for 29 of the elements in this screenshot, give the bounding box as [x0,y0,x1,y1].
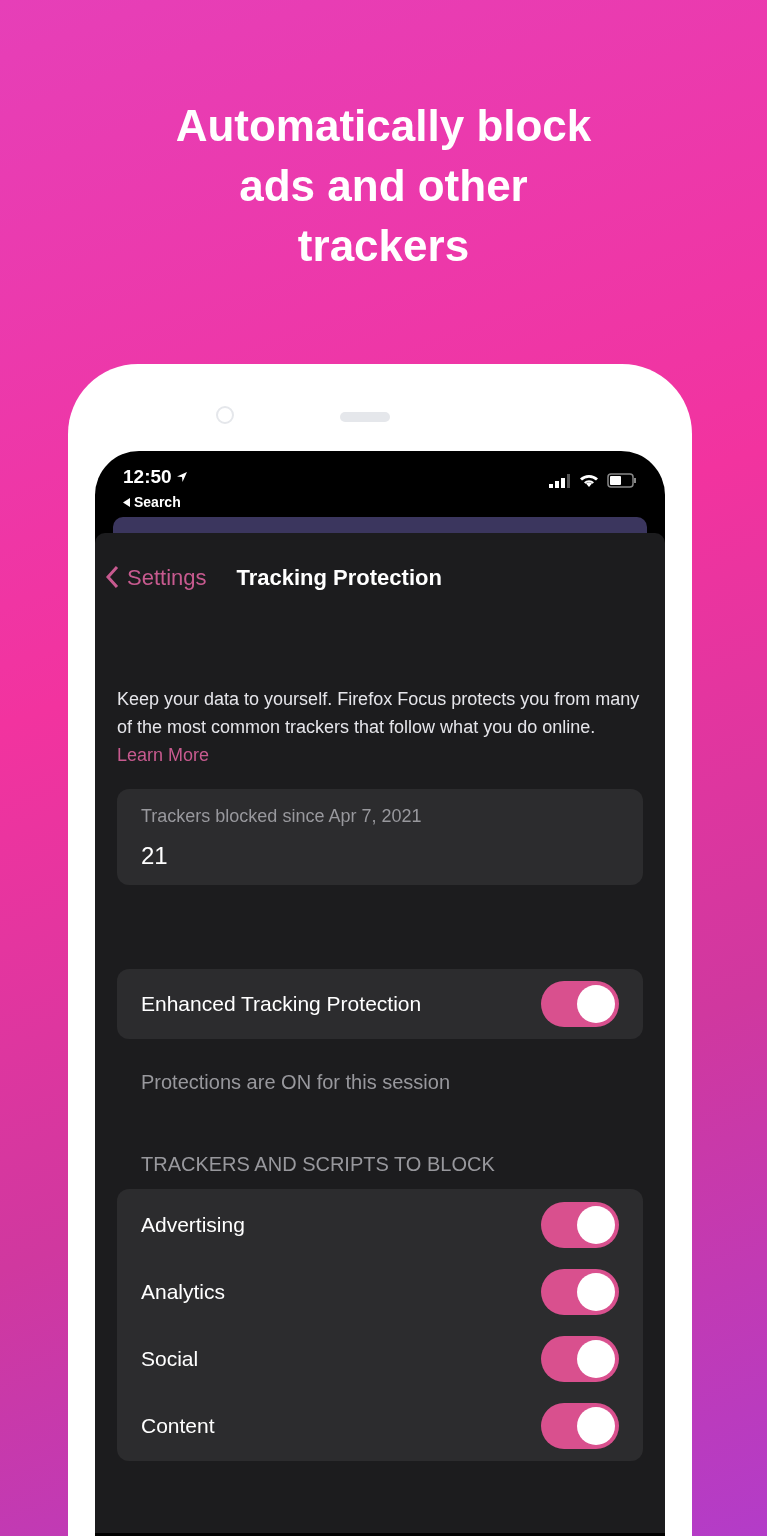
toggle-switch[interactable] [541,1402,619,1449]
section-header: TRACKERS AND SCRIPTS TO BLOCK [140,1152,496,1177]
stats-label: Trackers blocked since Apr 7, 2021 [141,805,423,828]
signal-icon [549,473,571,488]
toggle-switch[interactable] [541,1268,619,1315]
description: Keep your data to yourself. Firefox Focus protects you from many of the most common trackers that follow what you do online. [117,688,641,739]
back-button[interactable]: Settings [105,560,207,594]
speaker-slot [340,412,390,422]
wifi-icon [579,473,599,488]
camera-icon [216,406,234,424]
screen-title: Tracking Protection [236,563,442,592]
session-note: Protections are ON for this session [140,1070,451,1095]
location-arrow-icon [175,471,188,484]
battery-icon [607,473,637,488]
back-to-app-link[interactable]: Search [123,491,188,513]
clock-time: 12:50 [123,465,172,489]
tracker-label: Social [141,1345,199,1372]
learn-more-link[interactable]: Learn More [117,741,643,769]
back-triangle-icon [123,497,130,507]
stats-value: 21 [141,841,169,871]
toggle-switch[interactable] [541,1335,619,1382]
toggle-switch[interactable] [541,981,619,1027]
tracker-label: Advertising [141,1211,245,1238]
headline: Automatically block ads and other trackers [174,100,593,272]
toggle-switch[interactable] [541,1201,619,1248]
chevron-left-icon [105,565,119,589]
setting-label: Enhanced Tracking Protection [141,991,422,1018]
tracker-label: Analytics [141,1278,226,1305]
tracker-label: Content [141,1412,215,1439]
